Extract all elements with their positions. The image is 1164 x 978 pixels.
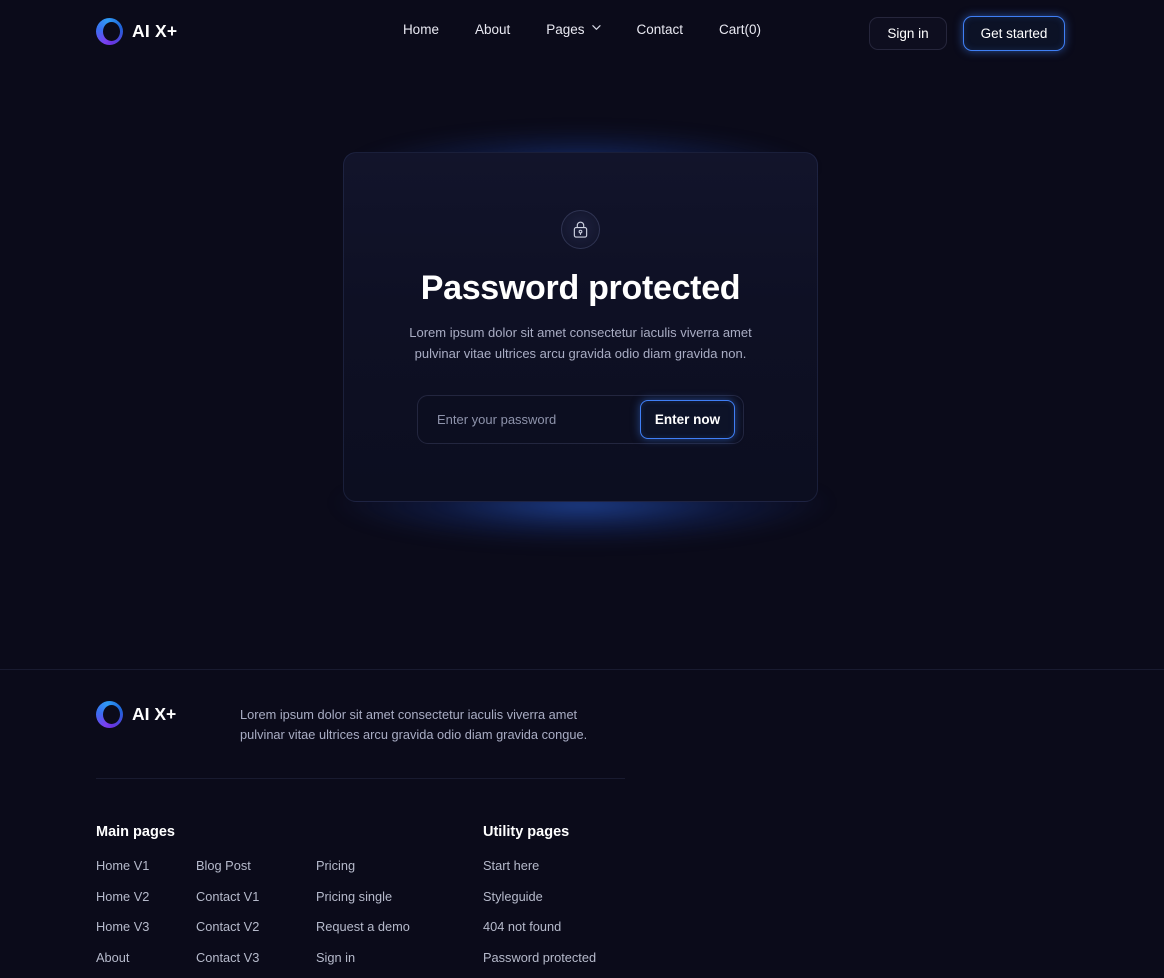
footer-divider	[96, 778, 625, 779]
footer-column-2: Blog Post Contact V1 Contact V2 Contact …	[196, 858, 259, 978]
footer-column-1: Home V1 Home V2 Home V3 About Features	[96, 858, 149, 978]
nav-link-cart[interactable]: Cart(0)	[701, 22, 779, 37]
footer-link-request-a-demo[interactable]: Request a demo	[316, 919, 410, 934]
nav-link-home-label: Home	[402, 22, 439, 37]
footer-link-start-here[interactable]: Start here	[483, 858, 596, 873]
nav-link-contact[interactable]: Contact	[619, 22, 702, 37]
top-navbar: AI X+ Home About Pages Contact Cart(0) S…	[0, 0, 1164, 64]
lock-icon	[561, 210, 600, 249]
nav-link-home[interactable]: Home	[385, 22, 457, 37]
footer-link-home-v3[interactable]: Home V3	[96, 919, 149, 934]
gradient-ring-logo-icon	[96, 701, 123, 728]
site-footer: AI X+ Lorem ipsum dolor sit amet consect…	[0, 670, 1164, 978]
footer-link-pricing-single[interactable]: Pricing single	[316, 889, 410, 904]
chevron-down-icon	[591, 23, 601, 32]
brand-logo[interactable]: AI X+	[96, 18, 177, 45]
footer-link-blog-post[interactable]: Blog Post	[196, 858, 259, 873]
footer-link-about[interactable]: About	[96, 950, 149, 965]
nav-link-pages-label: Pages	[546, 22, 585, 37]
nav-actions: Sign in Get started	[869, 16, 1065, 51]
footer-link-404-not-found[interactable]: 404 not found	[483, 919, 596, 934]
footer-link-contact-v2[interactable]: Contact V2	[196, 919, 259, 934]
footer-link-sign-in[interactable]: Sign in	[316, 950, 410, 965]
footer-brand-logo[interactable]: AI X+	[96, 701, 176, 728]
footer-column-4: Start here Styleguide 404 not found Pass…	[483, 858, 596, 978]
enter-now-button[interactable]: Enter now	[640, 399, 735, 439]
brand-name: AI X+	[132, 21, 178, 41]
page-title: Password protected	[420, 269, 741, 307]
hero-glow-bottom	[232, 492, 932, 602]
nav-link-about[interactable]: About	[457, 22, 528, 37]
footer-heading-main-pages: Main pages	[96, 824, 175, 840]
nav-link-cart-label: Cart(0)	[719, 22, 762, 37]
nav-links: Home About Pages Contact Cart(0)	[385, 22, 779, 37]
footer-link-password-protected[interactable]: Password protected	[483, 950, 596, 965]
page-description: Lorem ipsum dolor sit amet consectetur i…	[409, 325, 752, 361]
password-form: Enter now	[417, 394, 744, 444]
footer-link-pricing[interactable]: Pricing	[316, 858, 410, 873]
footer-link-home-v2[interactable]: Home V2	[96, 889, 149, 904]
footer-brand-name: AI X+	[132, 704, 177, 724]
footer-tagline: Lorem ipsum dolor sit amet consectetur i…	[240, 707, 588, 743]
footer-column-3: Pricing Pricing single Request a demo Si…	[316, 858, 410, 978]
footer-heading-utility-pages: Utility pages	[483, 824, 570, 840]
get-started-button[interactable]: Get started	[963, 16, 1065, 51]
nav-link-contact-label: Contact	[636, 22, 684, 37]
nav-link-about-label: About	[474, 22, 511, 37]
footer-link-contact-v1[interactable]: Contact V1	[196, 889, 259, 904]
gradient-ring-logo-icon	[96, 18, 123, 45]
sign-in-button[interactable]: Sign in	[869, 17, 947, 50]
footer-link-styleguide[interactable]: Styleguide	[483, 889, 596, 904]
password-input[interactable]	[418, 395, 640, 443]
footer-link-home-v1[interactable]: Home V1	[96, 858, 149, 873]
footer-link-contact-v3[interactable]: Contact V3	[196, 950, 259, 965]
password-protected-card: Password protected Lorem ipsum dolor sit…	[343, 152, 818, 502]
nav-link-pages[interactable]: Pages	[528, 22, 618, 37]
